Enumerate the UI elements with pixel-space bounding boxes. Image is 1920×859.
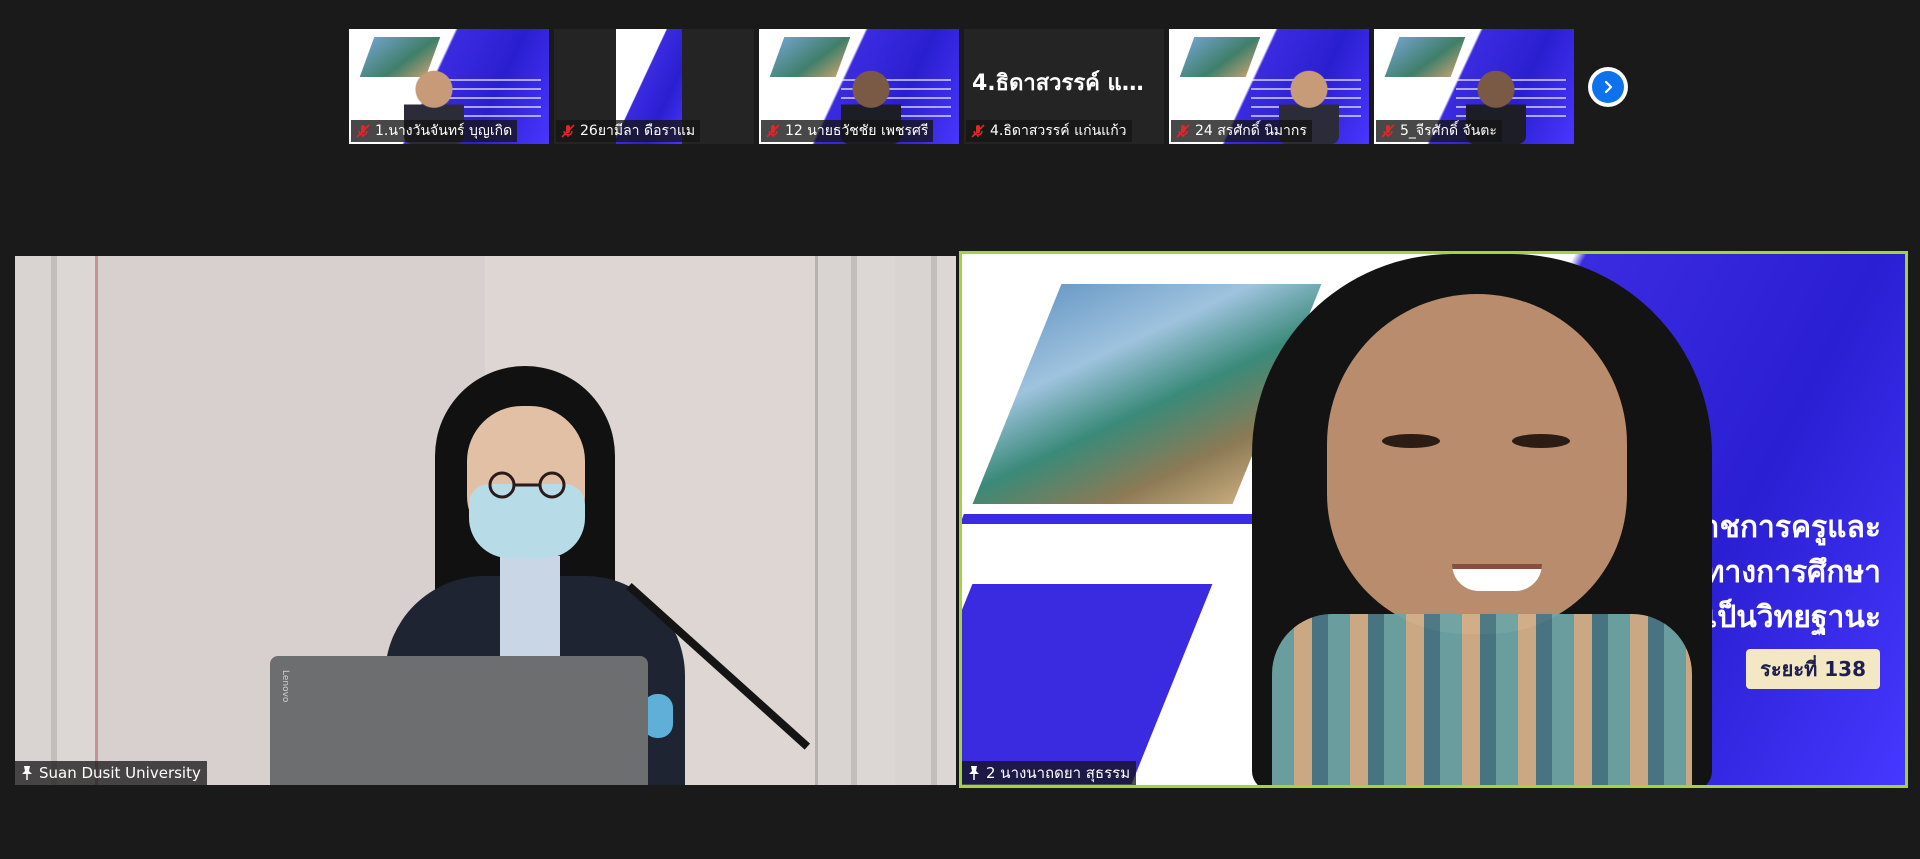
muted-mic-icon bbox=[356, 124, 370, 138]
participant-name: 5_จีรศักดิ์ จันตะ bbox=[1400, 123, 1497, 139]
participant-name-tag: 2 นางนาถดยา สุธรรม bbox=[962, 761, 1137, 785]
speaker-shirt bbox=[1272, 614, 1692, 785]
video-tile-active-speaker[interactable]: ราชการครูและ รทางการศึกษา มเป็นวิทยฐานะ … bbox=[959, 251, 1908, 788]
participant-name: 1.นางวันจันทร์ บุญเกิด bbox=[375, 123, 513, 139]
chevron-right-icon bbox=[1604, 80, 1613, 94]
pin-icon bbox=[969, 766, 979, 780]
participant-name: Suan Dusit University bbox=[39, 764, 201, 782]
participant-name-tag: 26ยามีลา ดือราแม bbox=[556, 120, 701, 142]
participant-name: 26ยามีลา ดือราแม bbox=[580, 123, 696, 139]
participant-strip: 1.นางวันจันทร์ บุญเกิด 26ยามีลา ดือราแม … bbox=[349, 29, 1574, 144]
next-page-button[interactable] bbox=[1588, 67, 1628, 107]
next-page-button-inner bbox=[1592, 71, 1624, 103]
video-tile-host[interactable]: Lenovo Suan Dusit University bbox=[15, 256, 956, 785]
muted-mic-icon bbox=[561, 124, 575, 138]
participant-tile[interactable]: 26ยามีลา ดือราแม bbox=[554, 29, 754, 144]
muted-mic-icon bbox=[766, 124, 780, 138]
laptop-brand: Lenovo bbox=[280, 670, 290, 703]
muted-mic-icon bbox=[971, 124, 985, 138]
participant-name-tag: Suan Dusit University bbox=[15, 761, 207, 785]
participant-name-tag: 4.ธิดาสวรรค์ แก่นแก้ว bbox=[966, 120, 1132, 142]
speaker-eye bbox=[1512, 434, 1570, 448]
participant-name-tag: 24 สรศักดิ์ นิมากร bbox=[1171, 120, 1312, 142]
participant-name: 24 สรศักดิ์ นิมากร bbox=[1195, 123, 1307, 139]
pin-icon bbox=[22, 766, 32, 780]
participant-tile[interactable]: 4.ธิดาสวรรค์ แก่... 4.ธิดาสวรรค์ แก่นแก้… bbox=[964, 29, 1164, 144]
participant-tile[interactable]: 5_จีรศักดิ์ จันตะ bbox=[1374, 29, 1574, 144]
muted-mic-icon bbox=[1381, 124, 1395, 138]
participant-name-tag: 5_จีรศักดิ์ จันตะ bbox=[1376, 120, 1502, 142]
glasses-shape bbox=[488, 471, 566, 499]
participant-name-tag: 1.นางวันจันทร์ บุญเกิด bbox=[351, 120, 518, 142]
meeting-gallery: 1.นางวันจันทร์ บุญเกิด 26ยามีลา ดือราแม … bbox=[0, 0, 1920, 859]
participant-name: 12 นายธวัชชัย เพชรศรี bbox=[785, 123, 929, 139]
participant-name: 2 นางนาถดยา สุธรรม bbox=[986, 764, 1131, 782]
slide-period-badge: ระยะที่ 138 bbox=[1746, 649, 1880, 689]
participant-tile[interactable]: 1.นางวันจันทร์ บุญเกิด bbox=[349, 29, 549, 144]
muted-mic-icon bbox=[1176, 124, 1190, 138]
participant-name: 4.ธิดาสวรรค์ แก่นแก้ว bbox=[990, 123, 1127, 139]
participant-name-tag: 12 นายธวัชชัย เพชรศรี bbox=[761, 120, 934, 142]
speaker-video bbox=[1232, 254, 1752, 785]
laptop: Lenovo bbox=[270, 656, 648, 785]
participant-tile[interactable]: 12 นายธวัชชัย เพชรศรี bbox=[759, 29, 959, 144]
participant-placeholder-name: 4.ธิดาสวรรค์ แก่... bbox=[972, 71, 1161, 96]
speaker-face bbox=[1327, 294, 1627, 634]
speaker-mouth bbox=[1452, 564, 1542, 591]
participant-tile[interactable]: 24 สรศักดิ์ นิมากร bbox=[1169, 29, 1369, 144]
speaker-eye bbox=[1382, 434, 1440, 448]
